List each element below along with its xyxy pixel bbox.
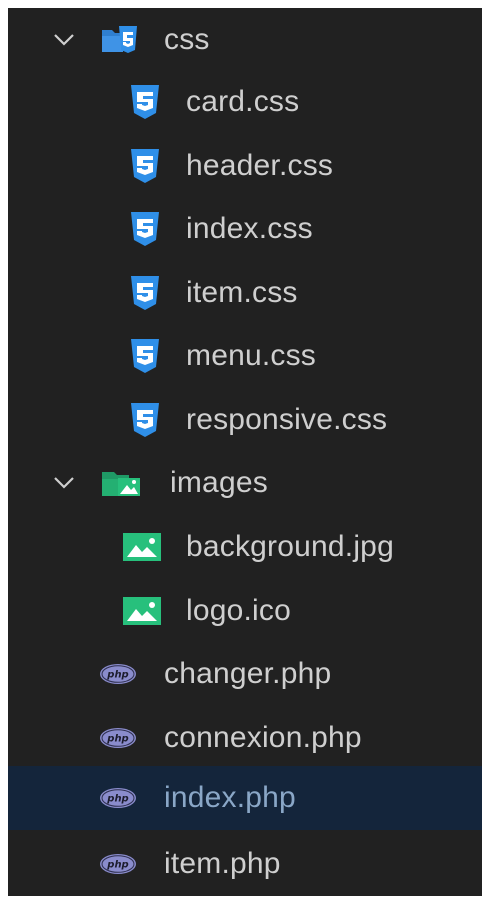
file-label: changer.php bbox=[164, 657, 332, 690]
file-item[interactable]: php connexion.php bbox=[8, 706, 482, 770]
file-item[interactable]: background.jpg bbox=[8, 515, 482, 579]
folder-label: images bbox=[170, 466, 268, 499]
svg-text:php: php bbox=[106, 794, 128, 805]
file-item[interactable]: card.css bbox=[8, 70, 482, 134]
image-file-icon bbox=[122, 595, 162, 627]
file-label: item.css bbox=[186, 276, 298, 309]
chevron-down-icon[interactable] bbox=[50, 26, 78, 54]
svg-text:php: php bbox=[106, 860, 128, 871]
file-item[interactable]: menu.css bbox=[8, 324, 482, 388]
folder-images[interactable]: images bbox=[8, 451, 482, 515]
folder-label: css bbox=[164, 23, 210, 56]
php-file-icon: php bbox=[98, 662, 138, 686]
svg-text:php: php bbox=[106, 670, 128, 681]
css-file-icon bbox=[129, 402, 161, 438]
css-folder-icon bbox=[100, 20, 140, 60]
file-label: index.php bbox=[164, 781, 296, 814]
css-file-icon bbox=[129, 148, 161, 184]
file-item-selected[interactable]: php index.php bbox=[8, 766, 482, 830]
file-label: menu.css bbox=[186, 339, 316, 372]
file-item[interactable]: responsive.css bbox=[8, 388, 482, 452]
file-label: background.jpg bbox=[186, 530, 394, 563]
file-label: index.css bbox=[186, 212, 313, 245]
file-item[interactable]: php changer.php bbox=[8, 642, 482, 706]
css-file-icon bbox=[129, 275, 161, 311]
image-file-icon bbox=[122, 531, 162, 563]
file-label: card.css bbox=[186, 85, 300, 118]
file-label: connexion.php bbox=[164, 721, 362, 754]
file-item[interactable]: php item.php bbox=[8, 832, 482, 896]
file-label: item.php bbox=[164, 847, 281, 880]
css-file-icon bbox=[129, 84, 161, 120]
file-label: logo.ico bbox=[186, 594, 292, 627]
php-file-icon: php bbox=[98, 786, 138, 810]
file-label: responsive.css bbox=[186, 403, 388, 436]
file-item[interactable]: logo.ico bbox=[8, 579, 482, 643]
folder-css[interactable]: css bbox=[8, 8, 482, 72]
svg-text:php: php bbox=[106, 734, 128, 745]
file-item[interactable]: index.css bbox=[8, 197, 482, 261]
php-file-icon: php bbox=[98, 852, 138, 876]
css-file-icon bbox=[129, 338, 161, 374]
php-file-icon: php bbox=[98, 726, 138, 750]
chevron-down-icon[interactable] bbox=[50, 469, 78, 497]
file-explorer-tree: css card.css header.css index.css item.c… bbox=[8, 8, 482, 896]
css-file-icon bbox=[129, 211, 161, 247]
images-folder-icon bbox=[100, 463, 142, 503]
file-item[interactable]: item.css bbox=[8, 261, 482, 325]
file-item[interactable]: header.css bbox=[8, 134, 482, 198]
file-label: header.css bbox=[186, 149, 334, 182]
